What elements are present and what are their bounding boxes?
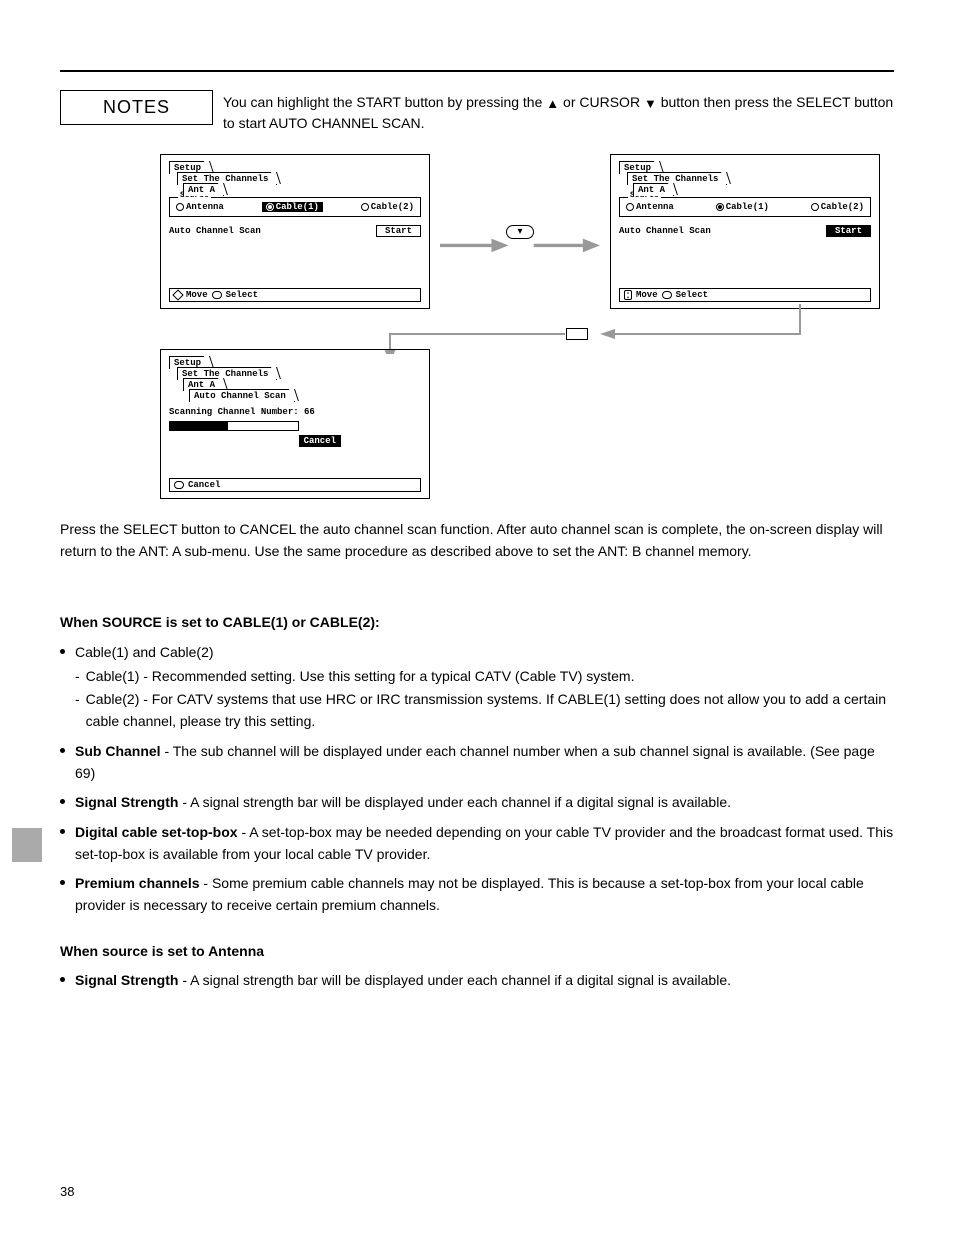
connector-1-2: ▾ [440,154,600,309]
page-number: 38 [60,1184,74,1199]
tab-ant-a: Ant A [633,183,674,196]
bullet-ant-signal: Signal Strength - A signal strength bar … [60,970,894,992]
cancel-label: Cancel [188,480,220,490]
cursor-down-icon: ▼ [644,97,657,110]
notes-box: NOTES [60,90,213,125]
updown-icon: ▴▾ [624,290,632,300]
select-label: Select [676,290,708,300]
bullet-dot-icon [60,829,65,834]
ant-b1-pre: Signal Strength [75,972,178,988]
select-icon [662,291,672,299]
panels-row: Setup Set The Channels Ant A Source Ante… [160,154,880,309]
tab-ant-a: Ant A [183,183,224,196]
move-label: Move [186,290,208,300]
source-group: Source Antenna Cable(1) Cable(2) [619,197,871,217]
select-icon [212,291,222,299]
footer-bar: ▴▾ Move Select [619,288,871,302]
b5-pre: Premium channels [75,875,200,891]
start-button[interactable]: Start [376,225,421,237]
cursor-down-key-icon: ▾ [506,225,533,239]
radio-cable2[interactable]: Cable(2) [811,202,864,212]
select-key-icon [566,328,588,340]
bullet-signal-strength: Signal Strength - A signal strength bar … [60,792,894,814]
select-label: Select [226,290,258,300]
radio-antenna[interactable]: Antenna [626,202,674,212]
antenna-title: When source is set to Antenna [60,941,894,963]
bullet-dot-icon [60,880,65,885]
bullet-dot-icon [60,748,65,753]
radio-cable1[interactable]: Cable(1) [716,202,769,212]
auto-scan-label: Auto Channel Scan [619,226,711,236]
bullet-premium: Premium channels - Some premium cable ch… [60,873,894,916]
bullet-dot-icon [60,977,65,982]
cursor-up-icon: ▲ [546,97,559,110]
cancel-button[interactable]: Cancel [299,435,341,447]
instr-pre: You can highlight the START button by pr… [223,94,546,110]
b1-head: Cable(1) and Cable(2) [75,642,894,664]
instruction-text: You can highlight the START button by pr… [223,90,894,134]
top-rule [60,70,894,72]
panel-source-select: Setup Set The Channels Ant A Source Ante… [160,154,430,309]
dash-icon: - [75,666,80,688]
side-tab [12,828,42,862]
top-row: NOTES You can highlight the START button… [60,90,894,134]
move-icon [174,291,182,299]
start-button-highlight[interactable]: Start [826,225,871,237]
scanning-text: Scanning Channel Number: 66 [169,407,421,417]
cable-section: When SOURCE is set to CABLE(1) or CABLE(… [60,612,894,916]
sub1a: Cable(1) - Recommended setting. Use this… [86,666,635,688]
b4-pre: Digital cable set-top-box [75,824,238,840]
sub1b: Cable(2) - For CATV systems that use HRC… [86,689,894,732]
b3-pre: Signal Strength [75,794,178,810]
cancel-paragraph: Press the SELECT button to CANCEL the au… [60,519,894,562]
radio-cable2[interactable]: Cable(2) [361,202,414,212]
auto-scan-label: Auto Channel Scan [169,226,261,236]
cancel-key-icon [174,481,184,489]
dash-icon: - [75,689,80,732]
source-group: Source Antenna Cable(1) Cable(2) [169,197,421,217]
cable-title: When SOURCE is set to CABLE(1) or CABLE(… [60,612,894,634]
footer-bar: Cancel [169,478,421,492]
radio-cable1[interactable]: Cable(1) [262,202,323,212]
b2-pre: Sub Channel [75,743,161,759]
radio-antenna[interactable]: Antenna [176,202,224,212]
bullet-dot-icon [60,799,65,804]
b3-rest: - A signal strength bar will be displaye… [178,794,731,810]
bullet-dot-icon [60,649,65,654]
antenna-section: When source is set to Antenna Signal Str… [60,941,894,992]
b2-rest: - The sub channel will be displayed unde… [75,743,875,781]
bullet-sub-channel: Sub Channel - The sub channel will be di… [60,741,894,784]
connector-2-3 [160,304,880,354]
move-label: Move [636,290,658,300]
bullet-settop-box: Digital cable set-top-box - A set-top-bo… [60,822,894,865]
instr-mid: or CURSOR [563,94,644,110]
bullet-cable-modes: Cable(1) and Cable(2) -Cable(1) - Recomm… [60,642,894,733]
tab-auto-scan: Auto Channel Scan [189,389,295,402]
scan-progress [169,421,299,431]
ant-b1-rest: - A signal strength bar will be displaye… [178,972,731,988]
panel-scanning: Setup Set The Channels Ant A Auto Channe… [160,349,430,499]
footer-bar: Move Select [169,288,421,302]
panel-start-highlight: Setup Set The Channels Ant A Source Ante… [610,154,880,309]
